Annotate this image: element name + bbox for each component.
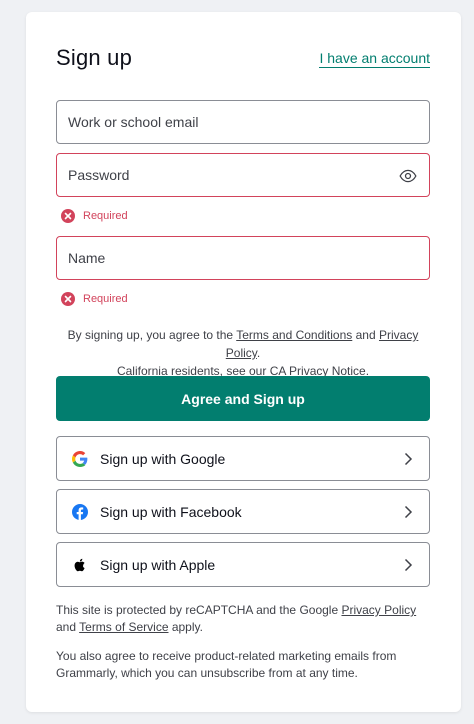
apple-signup-button[interactable]: Sign up with Apple [56, 542, 430, 587]
agree-and-signup-button[interactable]: Agree and Sign up [56, 376, 430, 421]
legal-text-part: By signing up, you agree to the [67, 328, 237, 342]
recaptcha-note: This site is protected by reCAPTCHA and … [56, 602, 430, 636]
chevron-right-icon [404, 452, 413, 465]
recaptcha-text-part: This site is protected by reCAPTCHA and … [56, 603, 342, 617]
show-password-eye-icon[interactable] [399, 167, 417, 185]
email-field-wrapper [56, 100, 430, 144]
apple-signup-label: Sign up with Apple [100, 556, 216, 573]
google-privacy-policy-link[interactable]: Privacy Policy [341, 603, 416, 617]
facebook-signup-button[interactable]: Sign up with Facebook [56, 489, 430, 534]
password-field-wrapper [56, 153, 430, 197]
name-field-wrapper [56, 236, 430, 280]
chevron-right-icon [404, 505, 413, 518]
password-field[interactable] [57, 154, 429, 196]
apple-icon [72, 557, 88, 573]
have-account-link[interactable]: I have an account [319, 50, 430, 68]
name-error-text: Required [83, 293, 128, 305]
legal-text: By signing up, you agree to the Terms an… [56, 326, 430, 380]
name-field[interactable] [57, 237, 429, 279]
google-signup-button[interactable]: Sign up with Google [56, 436, 430, 481]
signup-card: Sign up I have an account Required Requi… [26, 12, 461, 712]
google-terms-of-service-link[interactable]: Terms of Service [79, 620, 168, 634]
error-x-icon [61, 209, 75, 223]
google-icon [72, 450, 88, 467]
marketing-note: You also agree to receive product-relate… [56, 649, 397, 680]
page-title: Sign up [56, 45, 133, 70]
facebook-icon [72, 503, 88, 520]
email-field[interactable] [57, 101, 429, 143]
name-error: Required [61, 291, 128, 307]
facebook-signup-label: Sign up with Facebook [100, 503, 242, 520]
terms-link[interactable]: Terms and Conditions [236, 328, 352, 342]
google-signup-label: Sign up with Google [100, 450, 226, 467]
chevron-right-icon [404, 558, 413, 571]
password-error: Required [61, 208, 128, 224]
recaptcha-text-part: and [56, 620, 80, 634]
recaptcha-text-part: apply. [168, 620, 203, 634]
error-x-icon [61, 292, 75, 306]
password-error-text: Required [83, 210, 128, 222]
legal-text-part: . [256, 346, 261, 360]
legal-text-part: and [352, 328, 379, 342]
